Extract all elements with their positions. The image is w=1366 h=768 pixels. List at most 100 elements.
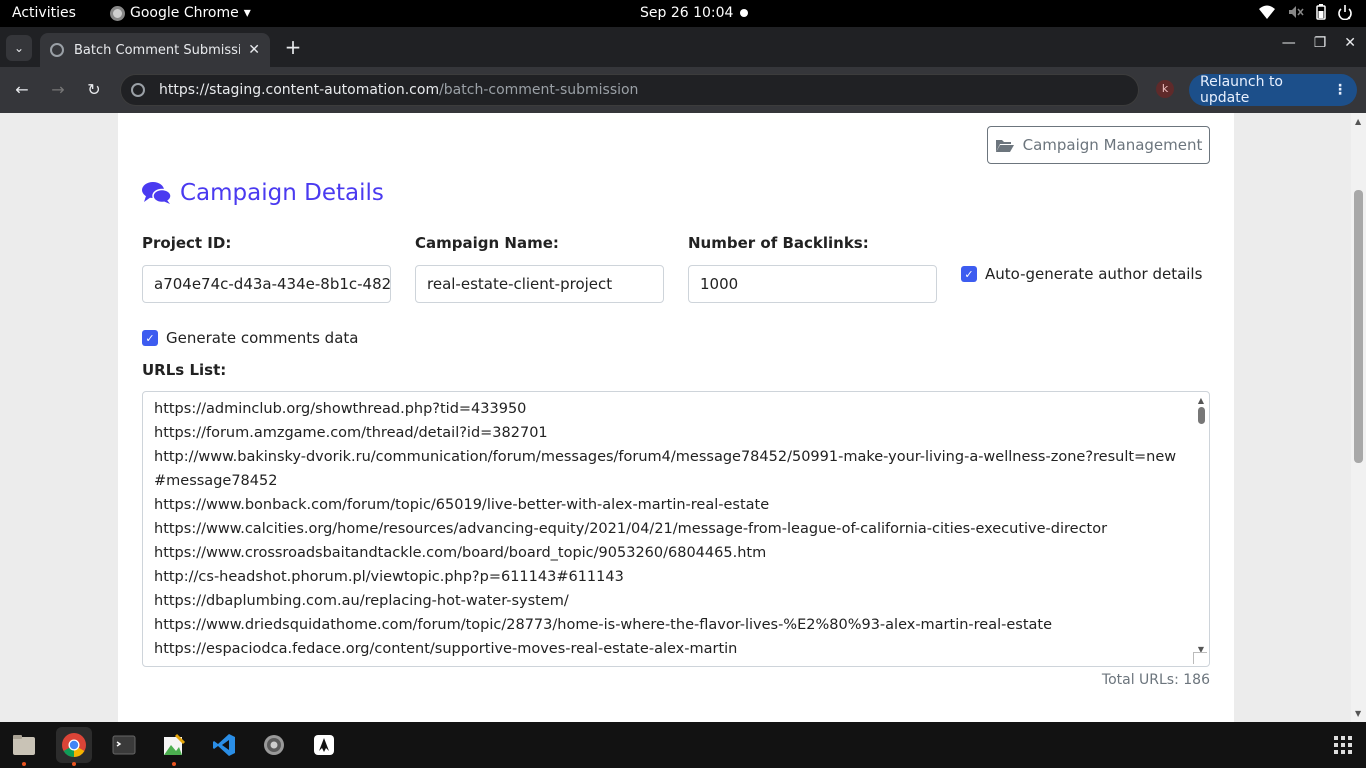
- dock-files[interactable]: [6, 727, 42, 766]
- dock-inkscape[interactable]: [306, 727, 342, 763]
- notification-dot-icon: [740, 9, 748, 17]
- campaign-name-label: Campaign Name:: [415, 234, 559, 252]
- urls-list-label: URLs List:: [142, 361, 227, 379]
- maximize-icon[interactable]: ❐: [1314, 35, 1327, 51]
- system-top-bar: Activities Google Chrome ▾ Sep 26 10:04: [0, 0, 1366, 27]
- section-title: Campaign Details: [142, 180, 384, 206]
- page-viewport: Campaign Management Campaign Details Pro…: [0, 113, 1366, 722]
- urls-textarea[interactable]: https://adminclub.org/showthread.php?tid…: [142, 391, 1210, 667]
- globe-icon: [50, 43, 64, 57]
- url-line: https://www.crossroadsbaitandtackle.com/…: [154, 545, 767, 561]
- total-urls: Total URLs: 186: [1101, 672, 1210, 688]
- generate-comments-label: Generate comments data: [166, 329, 359, 347]
- page-scroll-thumb[interactable]: [1354, 190, 1363, 463]
- back-button[interactable]: ←: [10, 78, 34, 102]
- close-window-icon[interactable]: ✕: [1344, 35, 1356, 51]
- auto-author-checkbox[interactable]: ✓ Auto-generate author details: [961, 265, 1202, 283]
- generate-comments-checkbox[interactable]: ✓ Generate comments data: [142, 329, 358, 347]
- show-apps-icon[interactable]: [1334, 736, 1352, 754]
- battery-icon: [1316, 4, 1326, 20]
- system-tray[interactable]: [1258, 4, 1352, 20]
- dock-vscode[interactable]: [206, 727, 242, 763]
- project-id-label: Project ID:: [142, 234, 232, 252]
- address-bar[interactable]: https://staging.content-automation.com/b…: [120, 74, 1139, 106]
- reload-button[interactable]: ↻: [82, 78, 106, 102]
- image-editor-icon: [164, 733, 186, 755]
- check-icon: ✓: [142, 330, 158, 346]
- campaign-management-button[interactable]: Campaign Management: [987, 126, 1210, 164]
- chevron-down-icon: ⌄: [13, 41, 25, 55]
- tab-strip: ⌄ Batch Comment Submission ✕ + — ❐ ✕: [0, 27, 1366, 67]
- tab-title: Batch Comment Submission: [74, 42, 241, 58]
- backlinks-label: Number of Backlinks:: [688, 234, 869, 252]
- arrow-left-icon: ←: [15, 80, 29, 99]
- dock-image-editor[interactable]: [156, 727, 192, 766]
- comments-icon: [142, 182, 172, 204]
- window-controls: — ❐ ✕: [1282, 35, 1356, 51]
- scroll-thumb[interactable]: [1197, 407, 1205, 424]
- app-name: Google Chrome: [130, 5, 239, 21]
- url-line: https://www.bonback.com/forum/topic/6501…: [154, 497, 770, 513]
- url-line: https://www.calcities.org/home/resources…: [154, 521, 1108, 537]
- url-line: https://espaciodca.fedace.org/content/su…: [154, 641, 738, 657]
- relaunch-button[interactable]: Relaunch to update ⋮: [1189, 74, 1357, 106]
- url-line: https://adminclub.org/showthread.php?tid…: [154, 401, 527, 417]
- auto-author-label: Auto-generate author details: [985, 265, 1203, 283]
- url-line: https://dbaplumbing.com.au/replacing-hot…: [154, 593, 569, 609]
- dock-settings[interactable]: [256, 727, 292, 763]
- url-host: https://staging.content-automation.com: [159, 82, 440, 98]
- url-line: https://www.driedsquidathome.com/forum/t…: [154, 617, 1053, 633]
- page-scrollbar[interactable]: ▲ ▼: [1351, 113, 1366, 722]
- folder-open-icon: [995, 139, 1014, 152]
- running-indicator: [22, 762, 26, 766]
- new-tab-button[interactable]: +: [282, 35, 304, 59]
- clock[interactable]: Sep 26 10:04: [640, 5, 733, 21]
- reload-icon: ↻: [87, 80, 101, 99]
- terminal-icon: [112, 735, 136, 755]
- relaunch-label: Relaunch to update: [1200, 74, 1284, 106]
- check-icon: ✓: [961, 266, 977, 282]
- url-line: http://www.bakinsky-dvorik.ru/communicat…: [154, 449, 1177, 489]
- section-title-text: Campaign Details: [180, 180, 384, 206]
- forward-button[interactable]: →: [46, 78, 70, 102]
- scroll-up-icon[interactable]: ▲: [1355, 117, 1361, 126]
- dock: [0, 722, 1366, 768]
- active-tab[interactable]: Batch Comment Submission ✕: [40, 33, 270, 67]
- files-icon: [13, 735, 35, 755]
- chrome-icon: [62, 733, 86, 757]
- app-menu[interactable]: Google Chrome ▾: [110, 5, 251, 21]
- vscode-icon: [213, 734, 235, 756]
- settings-icon: [264, 735, 284, 755]
- chrome-icon: [110, 5, 125, 21]
- volume-muted-icon: [1289, 6, 1304, 18]
- campaign-card: Campaign Management Campaign Details Pro…: [118, 113, 1234, 722]
- site-info-icon[interactable]: [131, 83, 145, 97]
- scroll-up-icon[interactable]: ▲: [1195, 396, 1207, 405]
- project-id-input[interactable]: a704e74c-d43a-434e-8b1c-482: [142, 265, 391, 303]
- caret-down-icon: ▾: [243, 5, 251, 21]
- scroll-down-icon[interactable]: ▼: [1355, 709, 1361, 718]
- textarea-scrollbar[interactable]: ▲ ▼: [1195, 396, 1207, 664]
- campaign-management-label: Campaign Management: [1022, 136, 1203, 154]
- close-icon[interactable]: ✕: [248, 42, 260, 58]
- arrow-right-icon: →: [51, 80, 65, 99]
- url-path: /batch-comment-submission: [439, 82, 639, 98]
- running-indicator: [172, 762, 176, 766]
- url-line: https://forum.amzgame.com/thread/detail?…: [154, 425, 548, 441]
- dock-chrome[interactable]: [56, 727, 92, 766]
- tab-search-button[interactable]: ⌄: [6, 35, 32, 61]
- minimize-icon[interactable]: —: [1282, 35, 1296, 51]
- inkscape-icon: [314, 735, 334, 755]
- power-icon: [1338, 5, 1352, 20]
- plus-icon: +: [284, 35, 302, 59]
- running-indicator: [72, 762, 76, 766]
- backlinks-input[interactable]: 1000: [688, 265, 937, 303]
- more-vert-icon[interactable]: ⋮: [1333, 82, 1347, 98]
- activities-button[interactable]: Activities: [12, 5, 76, 21]
- profile-avatar[interactable]: k: [1156, 80, 1174, 98]
- wifi-icon: [1259, 5, 1275, 19]
- resize-handle-icon[interactable]: [1193, 652, 1207, 664]
- dock-terminal[interactable]: [106, 727, 142, 763]
- url-line: http://cs-headshot.phorum.pl/viewtopic.p…: [154, 569, 624, 585]
- campaign-name-input[interactable]: real-estate-client-project: [415, 265, 664, 303]
